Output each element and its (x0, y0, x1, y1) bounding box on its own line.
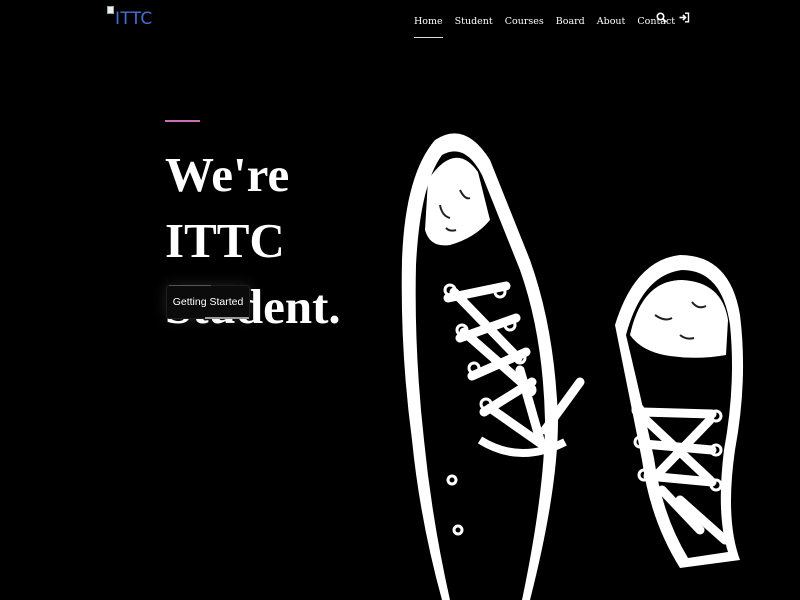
hero-title-line-1: We're ITTC (165, 147, 290, 268)
button-top-line (169, 285, 211, 286)
title-accent-bar (165, 120, 200, 122)
right-sneaker (615, 255, 744, 568)
getting-started-label: Getting Started (172, 296, 244, 308)
sneakers-illustration (401, 133, 744, 600)
nav-courses[interactable]: Courses (499, 16, 550, 27)
nav-student[interactable]: Student (449, 16, 499, 27)
logo-alt-text: ITTC (115, 9, 153, 29)
nav-about[interactable]: About (591, 16, 632, 27)
sign-in-icon[interactable] (678, 10, 690, 24)
broken-image-icon (107, 6, 114, 14)
getting-started-button[interactable]: Getting Started (166, 285, 250, 319)
button-underline (205, 317, 249, 319)
nav-board[interactable]: Board (550, 16, 591, 27)
left-sneaker (401, 133, 585, 600)
site-logo[interactable]: ITTC (107, 6, 153, 30)
search-icon[interactable] (655, 10, 667, 24)
main-nav: Home Student Courses Board About Contact (408, 10, 681, 38)
nav-home[interactable]: Home (408, 16, 449, 38)
